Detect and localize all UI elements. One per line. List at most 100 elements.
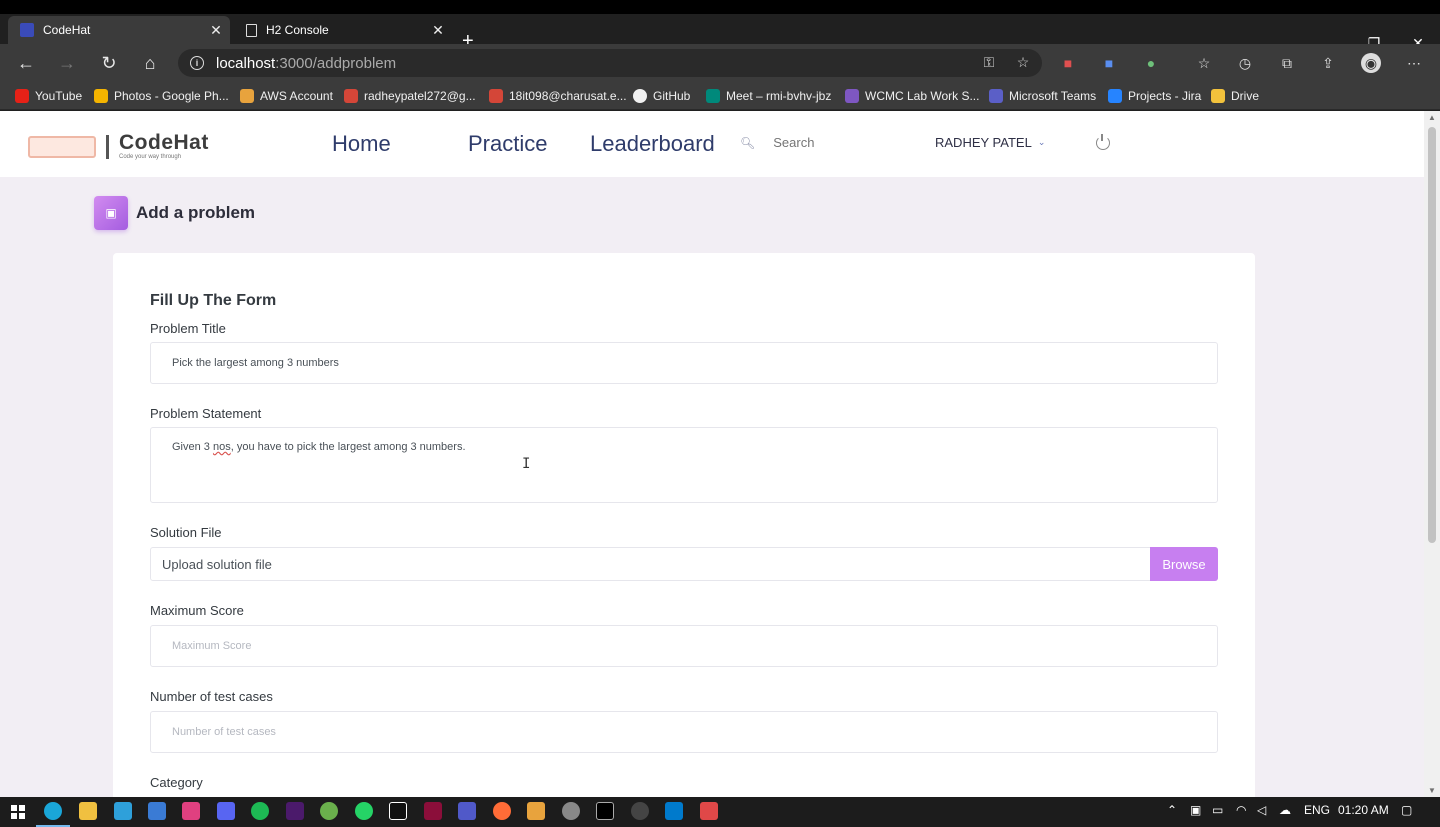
- logo-mark-icon: [28, 136, 96, 158]
- windows-start-icon[interactable]: [11, 805, 25, 819]
- back-icon[interactable]: ←: [13, 50, 39, 76]
- nav-practice[interactable]: Practice: [468, 131, 547, 157]
- refresh-icon[interactable]: ↻: [96, 50, 122, 76]
- vscode-icon[interactable]: [665, 802, 683, 820]
- input-language[interactable]: ENG: [1304, 803, 1330, 817]
- bookmark-label: Meet – rmi-bvhv-jbz: [726, 89, 832, 103]
- add-favorite-icon[interactable]: ☆: [1014, 54, 1032, 72]
- show-hidden-icons-icon[interactable]: ⌃: [1167, 803, 1177, 817]
- favorites-icon[interactable]: ☆: [1194, 53, 1214, 73]
- edge-browser-icon[interactable]: [36, 802, 70, 827]
- store-icon[interactable]: [114, 802, 132, 820]
- bookmark-meet[interactable]: Meet – rmi-bvhv-jbz: [706, 87, 831, 105]
- bookmark-photos[interactable]: Photos - Google Ph...: [94, 87, 229, 105]
- intellij-icon[interactable]: [389, 802, 407, 820]
- translate-extension-icon[interactable]: ■: [1099, 53, 1119, 73]
- collections-icon[interactable]: ⧉: [1277, 53, 1297, 73]
- tab-h2-console[interactable]: H2 Console ✕: [234, 16, 452, 44]
- tab-codehat[interactable]: CodeHat ✕: [8, 16, 230, 44]
- bookmark-label: WCMC Lab Work S...: [865, 89, 980, 103]
- scrollbar-thumb[interactable]: [1428, 127, 1436, 543]
- bookmark-gmail-1[interactable]: radheypatel272@g...: [344, 87, 476, 105]
- battery-icon[interactable]: ▭: [1212, 803, 1223, 817]
- scroll-up-icon[interactable]: ▲: [1424, 113, 1440, 122]
- logo-wordmark: CodeHat Code your way through: [119, 132, 209, 161]
- user-menu[interactable]: RADHEY PATEL ⌄: [935, 135, 1045, 150]
- bookmark-github[interactable]: GitHub: [633, 87, 690, 105]
- tray-app-icon[interactable]: ▣: [1190, 803, 1201, 817]
- volume-icon[interactable]: ◁: [1257, 803, 1266, 817]
- clock-time[interactable]: 01:20 AM: [1338, 803, 1389, 817]
- search-input[interactable]: [773, 135, 914, 150]
- terminal-icon[interactable]: [596, 802, 614, 820]
- nav-leaderboard[interactable]: Leaderboard: [590, 131, 715, 157]
- bookmark-aws[interactable]: AWS Account: [240, 87, 333, 105]
- search-box: 🔍︎: [740, 135, 914, 150]
- bookmark-teams[interactable]: Microsoft Teams: [989, 87, 1096, 105]
- postman-icon[interactable]: [493, 802, 511, 820]
- browse-button[interactable]: Browse: [1150, 547, 1218, 581]
- solution-file-input[interactable]: Upload solution file Browse: [150, 547, 1218, 581]
- title-bar: [0, 0, 1440, 14]
- more-menu-icon[interactable]: ⋯: [1404, 53, 1424, 73]
- category-label: Category: [150, 775, 203, 790]
- tab-title: H2 Console: [266, 23, 329, 37]
- page-scrollbar[interactable]: ▲ ▼: [1424, 111, 1440, 797]
- bookmark-wcmc[interactable]: WCMC Lab Work S...: [845, 87, 979, 105]
- meet-icon: [706, 89, 720, 103]
- bookmark-label: 18it098@charusat.e...: [509, 89, 627, 103]
- discord-icon[interactable]: [217, 802, 235, 820]
- bookmark-youtube[interactable]: YouTube: [15, 87, 82, 105]
- problem-statement-textarea[interactable]: Given 3 nos, you have to pick the larges…: [150, 427, 1218, 503]
- app-icon[interactable]: [700, 802, 718, 820]
- statement-misspelled-word: nos: [212, 441, 231, 453]
- problem-title-input[interactable]: Pick the largest among 3 numbers: [150, 342, 1218, 384]
- whatsapp-icon[interactable]: [355, 802, 373, 820]
- notification-center-icon[interactable]: ▢: [1401, 803, 1412, 817]
- address-bar[interactable]: i localhost :3000/addproblem ⚿ ☆: [178, 49, 1042, 77]
- app-icon[interactable]: [320, 802, 338, 820]
- history-icon[interactable]: ◷: [1235, 53, 1255, 73]
- onedrive-icon[interactable]: ☁: [1279, 803, 1291, 817]
- codehat-logo[interactable]: CodeHat Code your way through: [28, 132, 209, 161]
- jira-icon: [1108, 89, 1122, 103]
- teams-icon[interactable]: [458, 802, 476, 820]
- bookmark-label: Drive: [1231, 89, 1260, 103]
- extension-icon[interactable]: ■: [1058, 53, 1078, 73]
- problem-statement-label: Problem Statement: [150, 406, 262, 421]
- app-navbar: CodeHat Code your way through Home Pract…: [0, 111, 1424, 177]
- close-tab-icon[interactable]: ✕: [206, 22, 226, 39]
- media-player-icon[interactable]: [182, 802, 200, 820]
- forward-icon[interactable]: →: [54, 50, 80, 76]
- profile-avatar[interactable]: ◉: [1361, 53, 1381, 73]
- solution-file-placeholder: Upload solution file: [162, 556, 272, 572]
- scroll-down-icon[interactable]: ▼: [1424, 786, 1440, 795]
- maximum-score-input[interactable]: Maximum Score: [150, 625, 1218, 667]
- search-icon: 🔍︎: [740, 135, 756, 150]
- share-icon[interactable]: ⇪: [1318, 53, 1338, 73]
- bookmark-gmail-2[interactable]: 18it098@charusat.e...: [489, 87, 627, 105]
- power-logout-icon[interactable]: [1096, 134, 1110, 150]
- key-icon[interactable]: ⚿: [980, 54, 998, 72]
- site-info-icon[interactable]: i: [190, 56, 204, 70]
- file-explorer-icon[interactable]: [79, 802, 97, 820]
- nav-home[interactable]: Home: [332, 131, 391, 157]
- mail-icon[interactable]: [148, 802, 166, 820]
- statement-text: , you have to pick the largest among 3 n…: [230, 441, 466, 453]
- bookmark-jira[interactable]: Projects - Jira: [1108, 87, 1201, 105]
- test-cases-input[interactable]: Number of test cases: [150, 711, 1218, 753]
- forms-icon: [845, 89, 859, 103]
- premiere-icon[interactable]: [286, 802, 304, 820]
- wifi-icon[interactable]: ◠: [1236, 803, 1246, 817]
- extension-icon[interactable]: ●: [1141, 53, 1161, 73]
- app-icon[interactable]: [562, 802, 580, 820]
- close-tab-icon[interactable]: ✕: [428, 22, 448, 39]
- github-desktop-icon[interactable]: [631, 802, 649, 820]
- problem-title-label: Problem Title: [150, 321, 226, 336]
- spotify-icon[interactable]: [251, 802, 269, 820]
- app-icon[interactable]: [424, 802, 442, 820]
- home-icon[interactable]: ⌂: [137, 50, 163, 76]
- app-icon[interactable]: [527, 802, 545, 820]
- youtube-icon: [15, 89, 29, 103]
- bookmark-drive[interactable]: Drive: [1211, 87, 1259, 105]
